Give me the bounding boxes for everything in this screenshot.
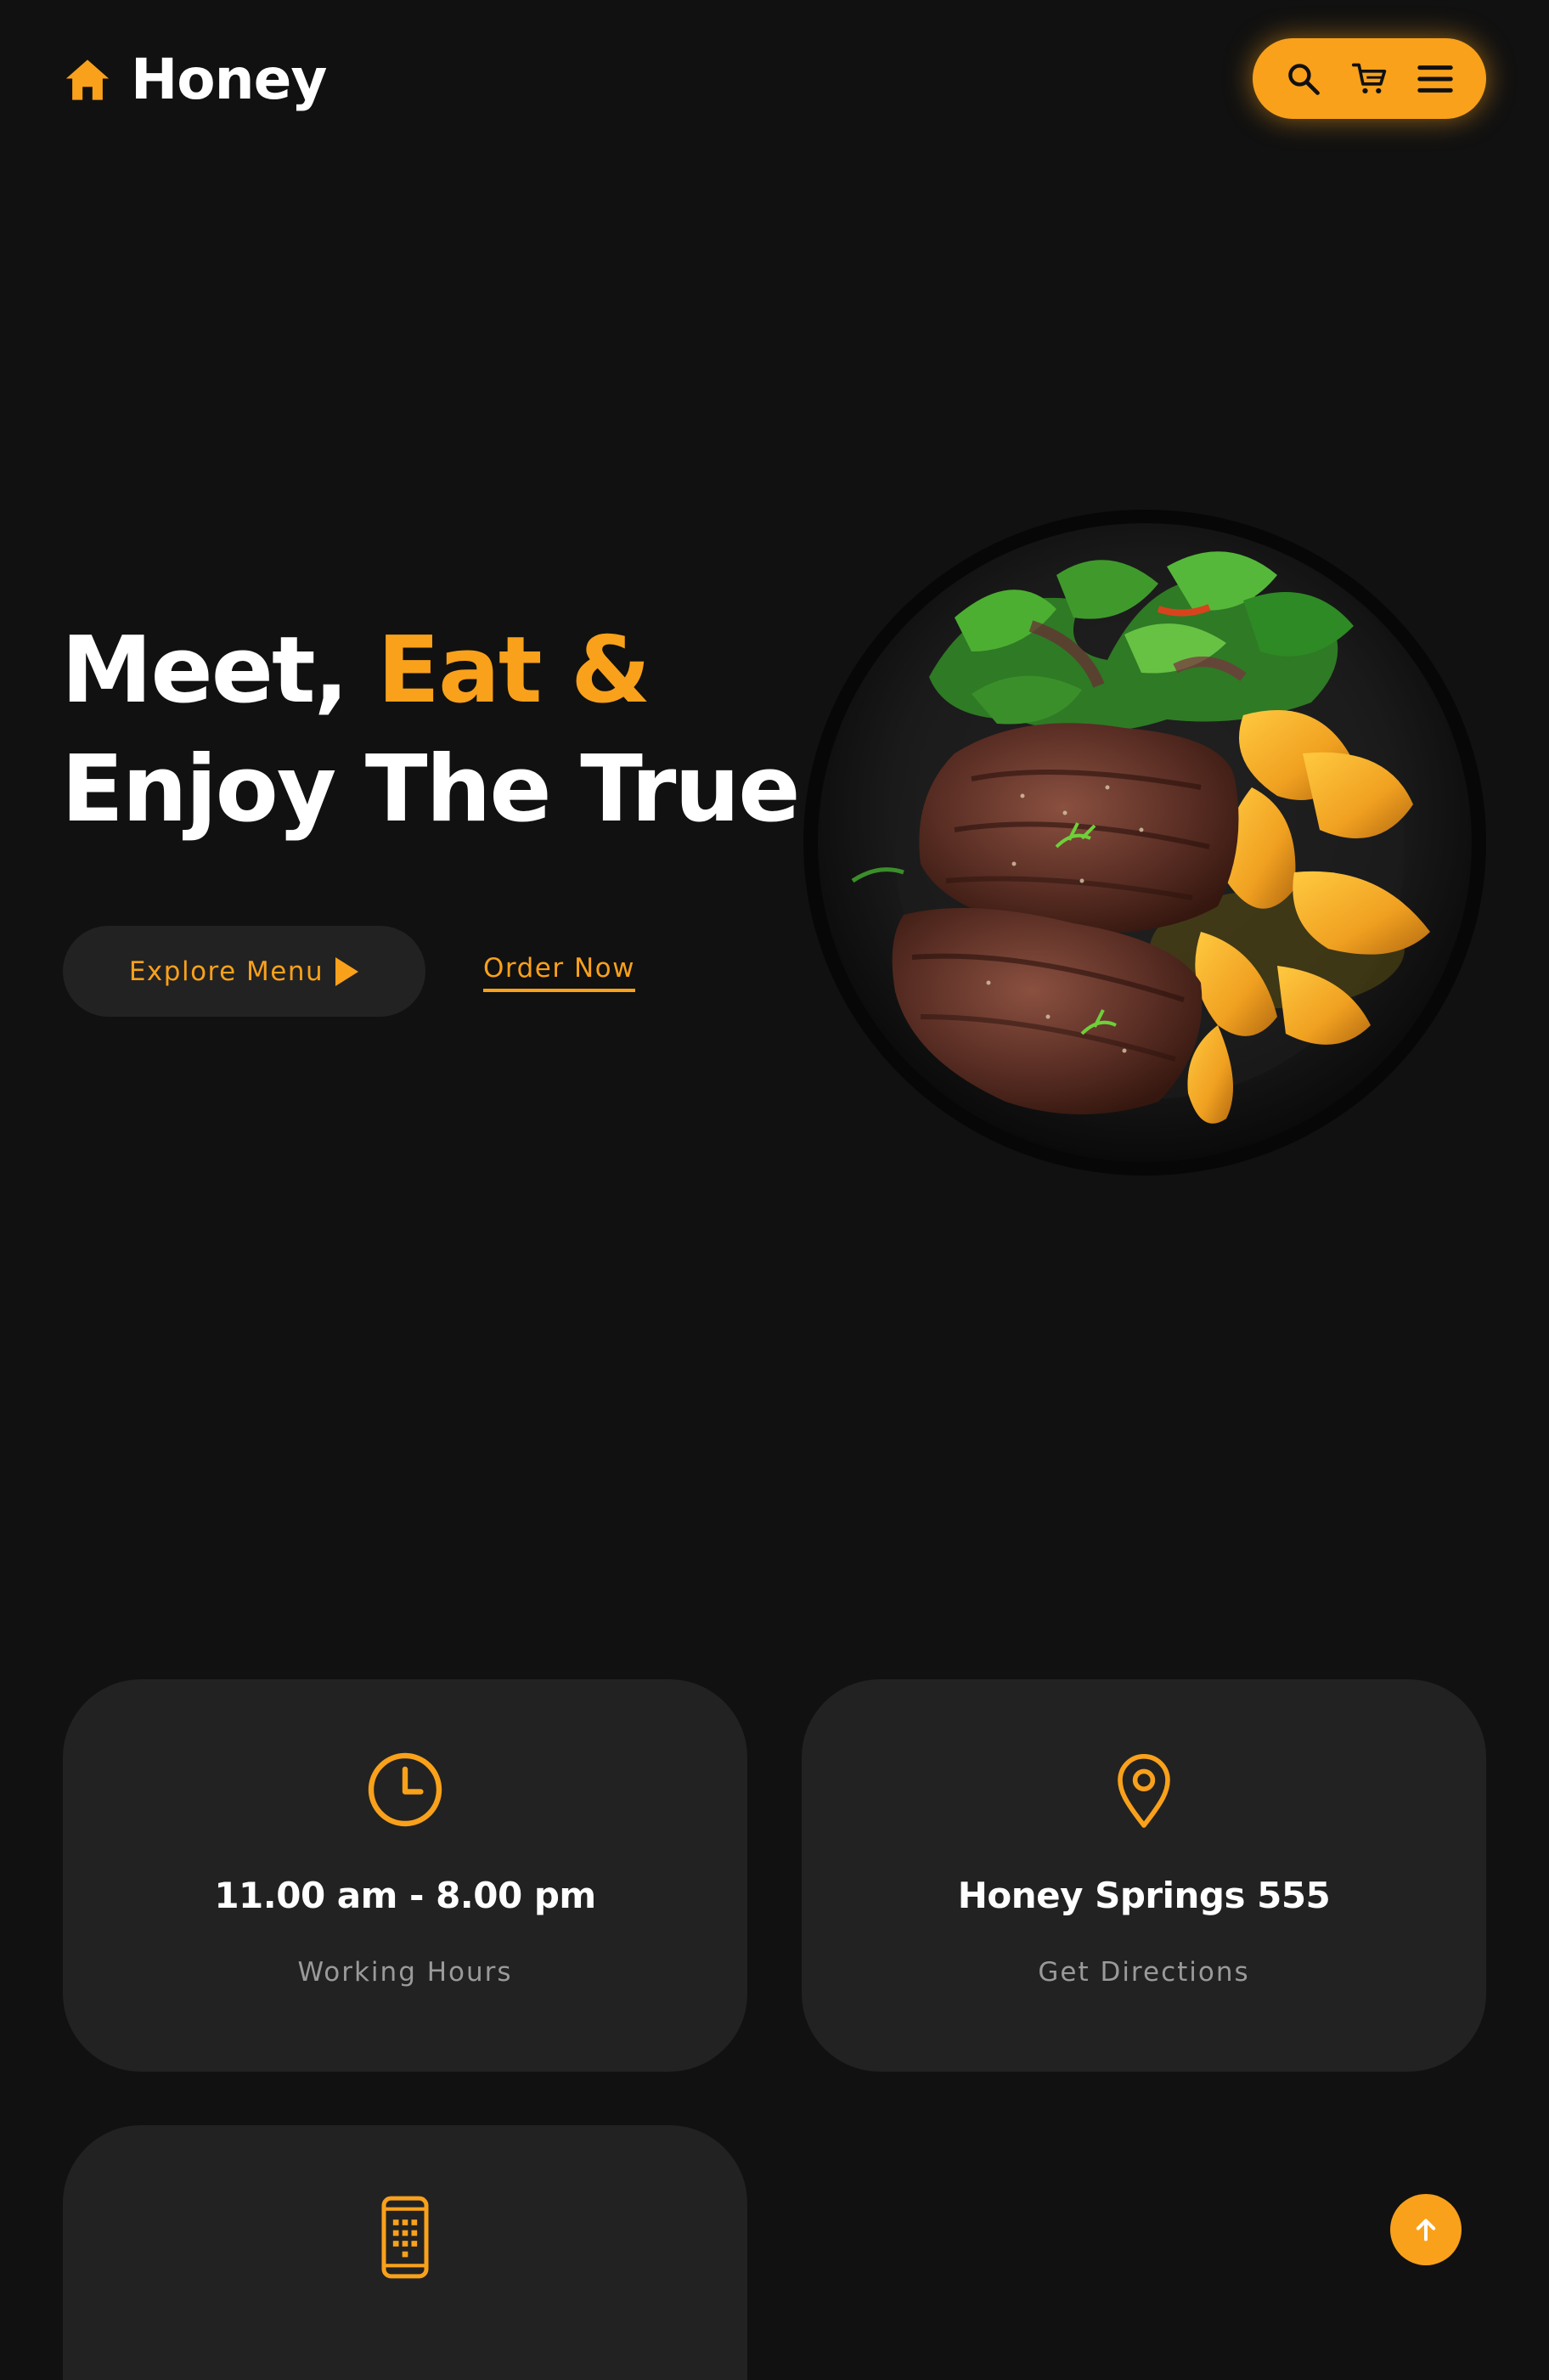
arrow-up-icon bbox=[1411, 2215, 1440, 2244]
clock-icon bbox=[364, 1749, 446, 1830]
steak-plate-illustration bbox=[802, 507, 1487, 1178]
header-actions bbox=[1253, 38, 1486, 119]
cart-button[interactable] bbox=[1344, 54, 1395, 104]
working-hours-card: 11.00 am - 8.00 pm Working Hours bbox=[63, 1679, 747, 2072]
logo[interactable]: Honey bbox=[63, 47, 327, 112]
brand-name: Honey bbox=[131, 47, 327, 112]
cart-icon bbox=[1351, 60, 1388, 98]
working-hours-value: 11.00 am - 8.00 pm bbox=[214, 1875, 596, 1916]
search-icon bbox=[1285, 60, 1322, 98]
location-card[interactable]: Honey Springs 555 Get Directions bbox=[802, 1679, 1486, 2072]
menu-icon bbox=[1416, 59, 1455, 99]
house-icon bbox=[63, 55, 112, 104]
hero-title-line1: Meet, Eat & bbox=[61, 612, 798, 730]
explore-menu-button[interactable]: Explore Menu bbox=[63, 926, 425, 1017]
explore-menu-label: Explore Menu bbox=[128, 956, 324, 987]
contact-card bbox=[63, 2125, 747, 2380]
hero-title-line2: Enjoy The True bbox=[61, 736, 800, 843]
scroll-to-top-button[interactable] bbox=[1390, 2194, 1462, 2265]
working-hours-label: Working Hours bbox=[297, 1957, 513, 1988]
hero-title-part1: Meet, bbox=[61, 618, 378, 724]
order-now-link[interactable]: Order Now bbox=[483, 953, 635, 992]
map-pin-icon bbox=[1110, 1749, 1178, 1830]
hero-title-accent: Eat & bbox=[377, 618, 651, 724]
get-directions-link[interactable]: Get Directions bbox=[802, 1957, 1486, 1988]
search-button[interactable] bbox=[1278, 54, 1329, 104]
hero-title: Meet, Eat & Enjoy The True bbox=[61, 612, 800, 849]
phone-icon bbox=[380, 2195, 431, 2280]
play-arrow-icon bbox=[334, 956, 359, 987]
menu-button[interactable] bbox=[1410, 54, 1461, 104]
location-address: Honey Springs 555 bbox=[957, 1875, 1331, 1916]
